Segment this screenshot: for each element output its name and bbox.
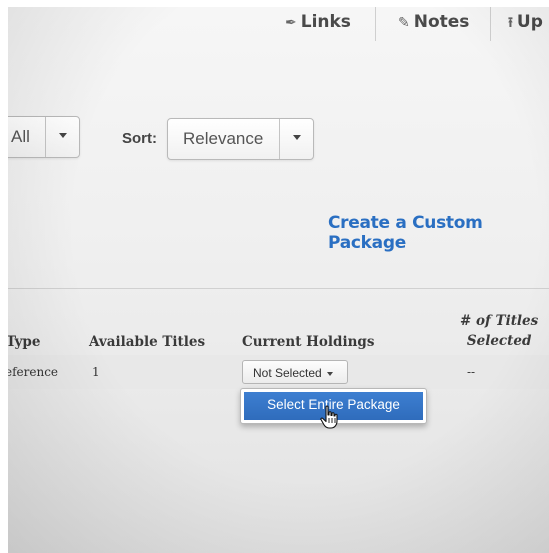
hand-cursor-icon <box>320 405 338 429</box>
sort-label: Sort: <box>122 130 157 147</box>
type-select-value: All <box>11 127 30 146</box>
chevron-down-icon <box>58 133 67 138</box>
create-custom-package-link[interactable]: Create a Custom Package <box>328 213 549 253</box>
links-label: Links <box>300 12 351 32</box>
header-num-titles-line2: Selected <box>466 333 532 349</box>
toolbar-divider <box>375 7 376 41</box>
header-current-holdings: Current Holdings <box>242 334 375 350</box>
section-divider <box>8 288 549 289</box>
top-toolbar: ✒ Links ✎ Notes ⭱ Up <box>8 7 549 43</box>
chevron-down-icon <box>292 135 301 140</box>
links-button[interactable]: ✒ Links <box>285 12 351 32</box>
header-type: Type <box>8 334 41 350</box>
current-holdings-value: Not Selected <box>253 366 322 380</box>
paperclip-icon: ✒ <box>285 15 297 31</box>
upload-button[interactable]: ⭱ Up <box>508 12 543 36</box>
type-select-arrow[interactable] <box>45 117 79 157</box>
type-select[interactable]: All <box>8 116 80 158</box>
photo-vignette <box>8 7 549 553</box>
upload-icon: ⭱ <box>508 15 513 31</box>
toolbar-divider <box>490 7 491 41</box>
note-edit-icon: ✎ <box>398 15 410 31</box>
notes-label: Notes <box>413 12 470 32</box>
sort-select-value: Relevance <box>183 129 264 148</box>
header-available-titles: Available Titles <box>89 334 206 350</box>
sort-select-arrow[interactable] <box>279 119 313 159</box>
header-num-titles-line1: # of Titles <box>460 313 539 329</box>
cell-num-titles-selected: -- <box>467 365 476 379</box>
caret-down-icon <box>326 371 333 376</box>
upload-label: Up <box>516 12 543 32</box>
sort-select[interactable]: Relevance <box>167 118 314 160</box>
cell-available-titles: 1 <box>92 365 100 379</box>
notes-button[interactable]: ✎ Notes <box>398 12 469 32</box>
screen-photo: ✒ Links ✎ Notes ⭱ Up All Sort: Relevance Cr… <box>8 7 549 553</box>
header-num-titles-selected: # of Titles Selected <box>460 311 538 351</box>
current-holdings-dropdown[interactable]: Not Selected <box>242 360 348 384</box>
cell-type: eference <box>8 365 59 379</box>
